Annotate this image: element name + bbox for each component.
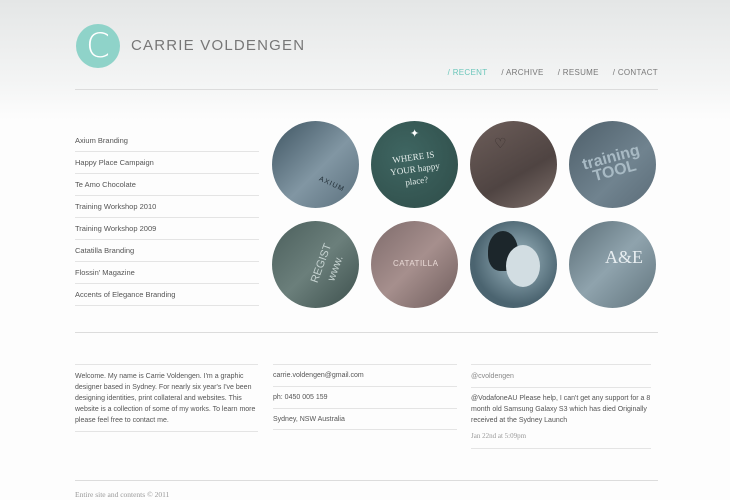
site-name[interactable]: CARRIE VOLDENGEN [131, 37, 305, 54]
thumb-caption: AXIUM [317, 175, 346, 194]
nav-recent[interactable]: / RECENT [448, 68, 488, 77]
nav-archive[interactable]: / ARCHIVE [501, 68, 543, 77]
thumb-caption: CATATILLA [393, 259, 439, 268]
contact-phone: ph: 0450 005 159 [273, 386, 457, 408]
axium-thumb[interactable]: AXIUM [272, 121, 359, 208]
project-item-happy-place[interactable]: Happy Place Campaign [75, 152, 259, 174]
project-item-accents[interactable]: Accents of Elegance Branding [75, 284, 259, 306]
thumb-caption: WHERE IS YOUR happy place? [389, 149, 441, 188]
twitter-handle[interactable]: @cvoldengen [471, 371, 651, 388]
main-nav: / RECENT / ARCHIVE / RESUME / CONTACT [448, 68, 658, 77]
contact-email[interactable]: carrie.voldengen@gmail.com [273, 364, 457, 386]
twitter-feed: @cvoldengen @VodafoneAU Please help, I c… [471, 364, 651, 449]
logo-letter: C [86, 26, 110, 66]
project-list: Axium Branding Happy Place Campaign Te A… [75, 130, 259, 306]
tweet-text: @VodafoneAU Please help, I can't get any… [471, 395, 651, 424]
footer-copyright: Entire site and contents © 2011 [75, 490, 170, 499]
nav-resume[interactable]: / RESUME [558, 68, 599, 77]
portrait-thumb[interactable] [470, 221, 557, 308]
tweet-time[interactable]: Jan 22nd at 5:09pm [471, 431, 651, 449]
thumb-caption: training TOOL [580, 141, 642, 186]
nav-contact[interactable]: / CONTACT [613, 68, 658, 77]
thumb-caption: REGIST www. [308, 241, 346, 285]
project-item-te-amo[interactable]: Te Amo Chocolate [75, 174, 259, 196]
project-item-training-2009[interactable]: Training Workshop 2009 [75, 218, 259, 240]
project-item-catatilla[interactable]: Catatilla Branding [75, 240, 259, 262]
content-divider [75, 332, 658, 333]
contact-info: carrie.voldengen@gmail.com ph: 0450 005 … [273, 364, 457, 430]
project-item-axium[interactable]: Axium Branding [75, 130, 259, 152]
project-thumbnail-grid: AXIUM ✦ WHERE IS YOUR happy place? ♡ tra… [272, 121, 656, 308]
project-item-training-2010[interactable]: Training Workshop 2010 [75, 196, 259, 218]
thumb-caption: A&E [605, 247, 643, 267]
about-text: Welcome. My name is Carrie Voldengen. I'… [75, 364, 258, 432]
contact-location: Sydney, NSW Australia [273, 408, 457, 430]
heart-icon: ♡ [494, 135, 507, 151]
project-item-flossin[interactable]: Flossin' Magazine [75, 262, 259, 284]
footer-divider [75, 480, 658, 481]
portrait-face [506, 245, 540, 287]
te-amo-thumb[interactable]: ♡ [470, 121, 557, 208]
accents-thumb[interactable]: A&E [569, 221, 656, 308]
header-divider [75, 89, 658, 90]
catatilla-thumb[interactable]: CATATILLA [371, 221, 458, 308]
registration-thumb[interactable]: REGIST www. [272, 221, 359, 308]
training-tool-thumb[interactable]: training TOOL [569, 121, 656, 208]
logo-c-icon[interactable]: C [76, 24, 120, 68]
happy-place-thumb[interactable]: ✦ WHERE IS YOUR happy place? [371, 121, 458, 208]
star-icon: ✦ [410, 128, 420, 140]
